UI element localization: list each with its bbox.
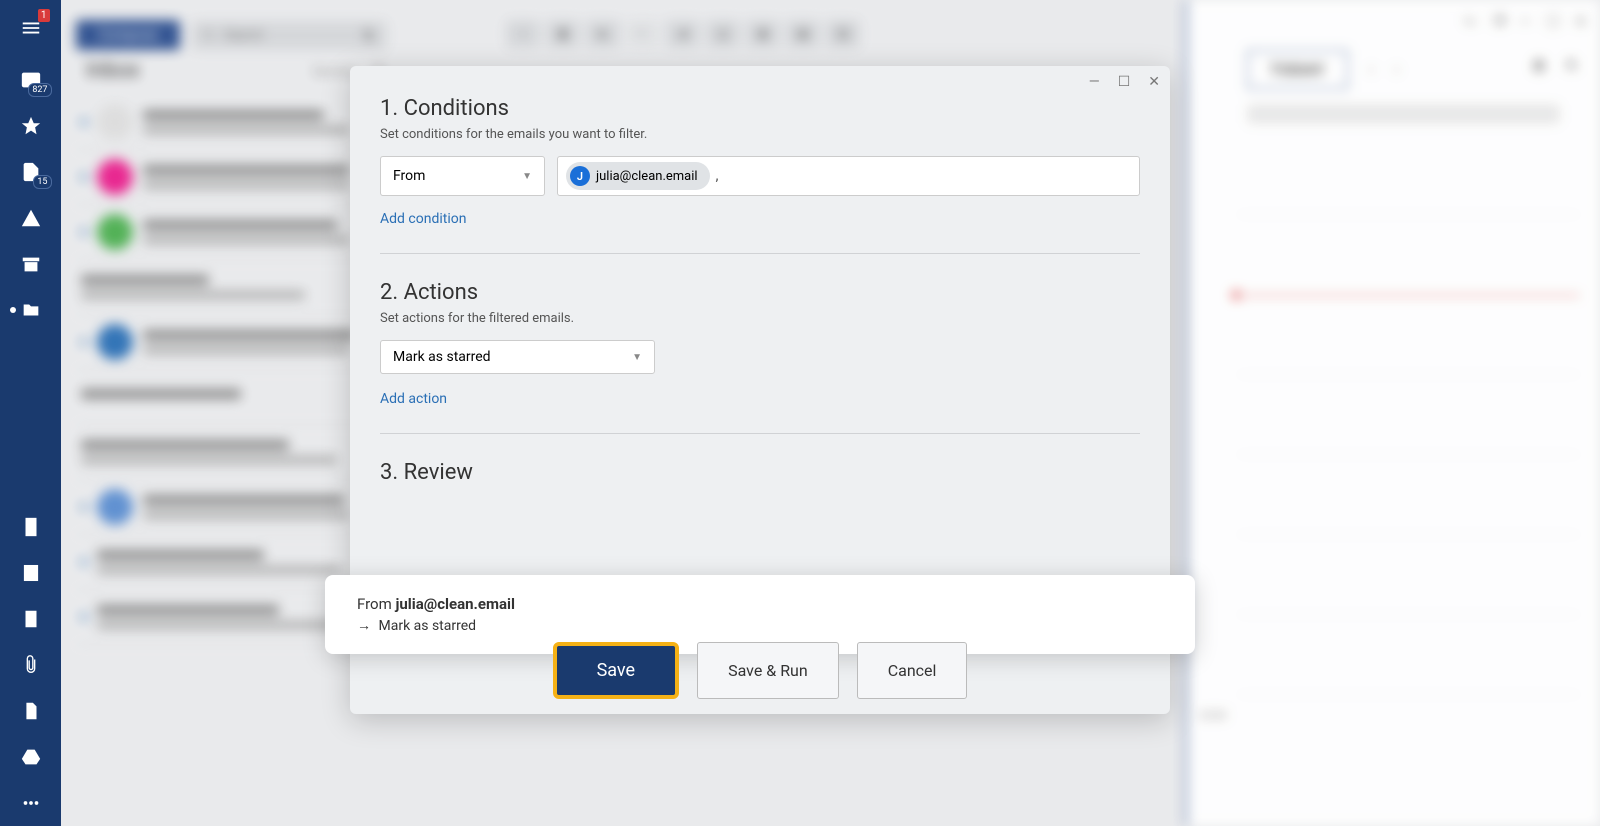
save-and-run-button[interactable]: Save & Run [697,642,839,699]
snooze-button[interactable] [706,20,740,48]
dialog-window-controls: — ☐ ✕ [1089,74,1160,90]
calendar-icon[interactable]: 31 [12,554,50,592]
actions-subtitle: Set actions for the filtered emails. [380,311,1140,326]
calendar-grid: 23:00 [1187,134,1600,734]
inbox-title: Inbox [86,58,140,83]
reply-button[interactable] [586,20,620,48]
download-button[interactable] [506,20,540,48]
folder-icon[interactable] [12,291,50,329]
compose-button[interactable]: Compose [76,20,180,50]
mark-read-button[interactable] [786,20,820,48]
drafts-count-badge: 15 [33,175,51,189]
today-button[interactable]: TODAY [1247,50,1348,89]
review-section: 3. Review [380,460,1140,491]
condition-field-dropdown[interactable]: From ▼ [380,156,545,196]
file-icon[interactable] [12,692,50,730]
condition-field-value: From [393,168,425,184]
chevron-down-icon: ▼ [632,352,642,363]
more-icon[interactable] [12,784,50,822]
search-icon [202,28,216,42]
chip-separator: , [716,168,719,184]
review-condition-line: From julia@clean.email [357,595,1163,613]
maximize-icon[interactable]: ☐ [1118,74,1131,90]
close-window-icon[interactable]: ✕ [1574,12,1590,28]
review-title: 3. Review [380,460,1140,485]
contacts-icon[interactable] [12,600,50,638]
chip-email: julia@clean.email [596,169,698,184]
star-icon[interactable] [12,107,50,145]
conditions-subtitle: Set conditions for the emails you want t… [380,127,1140,142]
condition-row: From ▼ J julia@clean.email , [380,156,1140,196]
reply-all-button[interactable] [626,20,660,48]
checkall-icon[interactable] [1462,12,1478,28]
svg-text:31: 31 [26,571,35,581]
window-controls: — ☐ ✕ [1187,0,1600,40]
gear-icon[interactable] [1562,58,1580,76]
maximize-icon[interactable]: ☐ [1546,12,1562,28]
review-action-line: → Mark as starred [357,617,1163,634]
chip-avatar: J [570,166,590,186]
close-icon[interactable]: ✕ [1148,74,1160,90]
sort-icon[interactable]: ⇅ [362,26,375,45]
search-input[interactable] [224,28,354,43]
minimize-icon[interactable]: — [1518,12,1534,28]
note-icon[interactable] [12,508,50,546]
search-box[interactable]: ⇅ [192,21,387,50]
archive-icon[interactable] [12,245,50,283]
mailbox-icon[interactable]: 827 [12,61,50,99]
dialog-button-row: Save Save & Run Cancel [350,642,1170,699]
calendar-panel: — ☐ ✕ TODAY ‹ › [1185,0,1600,826]
hour-label: 23:00 [1199,709,1226,722]
add-condition-link[interactable]: Add condition [380,211,466,227]
spam-button[interactable] [826,20,860,48]
calendar-settings [1530,58,1580,76]
forward-button[interactable] [666,20,700,48]
chevron-down-icon: ▼ [522,171,532,182]
calendar-date-label [1247,104,1560,124]
add-action-link[interactable]: Add action [380,391,447,407]
arrow-icon: → [357,617,375,634]
minimize-icon[interactable]: — [1089,74,1100,90]
icon-rail: 1 827 15 31 [0,0,61,826]
menu-icon[interactable]: 1 [12,9,50,47]
menu-badge: 1 [38,9,50,22]
actions-section: 2. Actions Set actions for the filtered … [380,280,1140,434]
sent-icon[interactable] [12,199,50,237]
conditions-title: 1. Conditions [380,96,1140,121]
delete-button[interactable] [546,20,580,48]
cancel-button[interactable]: Cancel [857,642,968,699]
action-value: Mark as starred [393,349,491,365]
prev-day-button[interactable]: ‹ [1368,59,1373,80]
message-toolbar [506,20,860,48]
star-button[interactable] [746,20,780,48]
top-toolbar: Compose ⇅ [76,20,387,50]
drafts-icon[interactable]: 15 [12,153,50,191]
panel-icon[interactable] [1490,12,1506,28]
email-chip[interactable]: J julia@clean.email [566,162,710,190]
folder-indicator-dot [10,307,16,313]
attachment-icon[interactable] [12,646,50,684]
action-dropdown[interactable]: Mark as starred ▼ [380,340,655,374]
drive-icon[interactable] [12,738,50,776]
inbox-header: Inbox Syncing... [86,58,386,83]
save-button[interactable]: Save [553,642,680,699]
next-day-button[interactable]: › [1394,59,1399,80]
conditions-section: 1. Conditions Set conditions for the ema… [380,96,1140,254]
inbox-count-badge: 827 [28,83,51,97]
condition-value-input[interactable]: J julia@clean.email , [557,156,1140,196]
bell-icon[interactable] [1530,58,1548,76]
actions-title: 2. Actions [380,280,1140,305]
